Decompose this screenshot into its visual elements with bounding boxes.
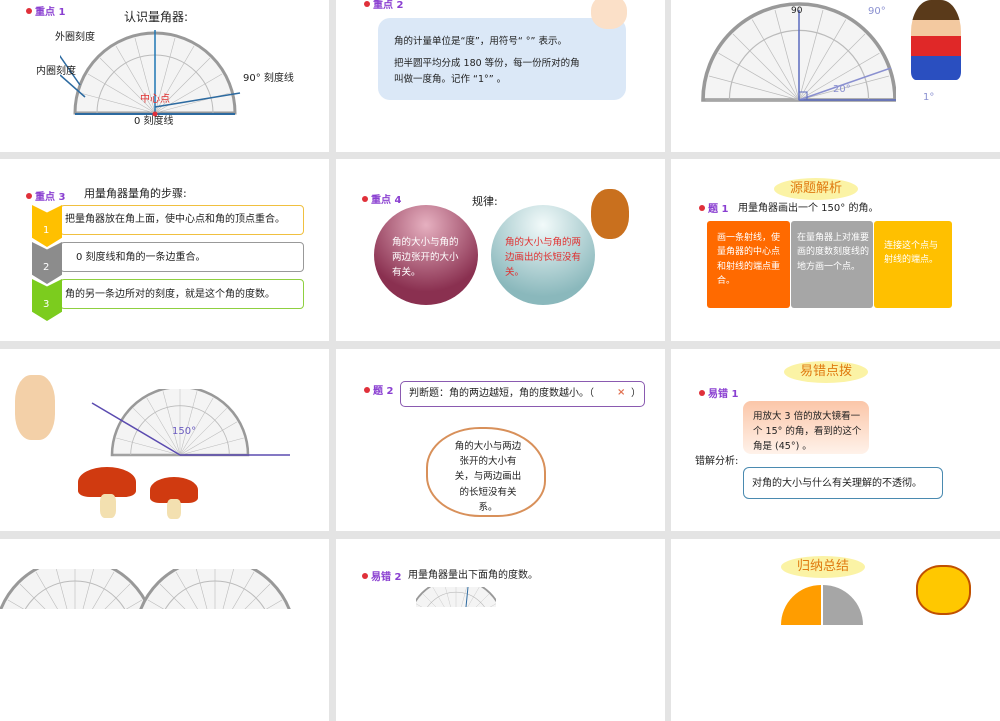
monkey-child-illustration <box>15 375 55 440</box>
ninety-line-label: 90° 刻度线 <box>243 73 294 84</box>
inner-scale-label: 内圈刻度 <box>36 66 76 77</box>
slide-thumbnail-4[interactable]: 重点 3 用量角器量角的步骤: 1 2 3 把量角器放在角上面，使中心点和角的顶… <box>0 159 329 341</box>
ninety-tick-label: 90 <box>791 6 803 16</box>
section-tag: 重点 1 <box>26 3 65 18</box>
sphere-text: 角的大小与角的两边张开的大小有关。 <box>392 237 459 279</box>
step-number: 3 <box>43 299 50 310</box>
slide-thumbnail-10[interactable] <box>0 539 329 721</box>
question-box: 用放大 3 倍的放大镜看一个 15° 的角，看到的这个角是 (45°) 。 <box>743 401 869 454</box>
sphere-text: 角的大小与角的两边画出的长短没有关。 <box>505 237 582 279</box>
pie-segment <box>781 585 821 625</box>
step-text: 0 刻度线和角的一条边重合。 <box>76 252 206 263</box>
cloud-text: 角的大小与两边张开的大小有关，与两边画出的长短没有关系。 <box>454 441 522 513</box>
monkey-illustration <box>591 189 629 239</box>
twenty-degree-label: 20° <box>833 84 851 95</box>
step-text: 角的另一条边所对的刻度，就是这个角的度数。 <box>65 289 275 300</box>
definition-box: 角的计量单位是“度”，用符号“ °” 表示。 把半圆平均分成 180 等份，每一… <box>378 18 626 100</box>
protractor-diagram <box>416 587 496 607</box>
slide-thumbnail-3[interactable]: 90 90° 20° 1° <box>671 0 1000 152</box>
section-banner: 归纳总结 <box>781 556 865 578</box>
step-text: 在量角器上对准要画的度数刻度线的地方画一个点。 <box>797 233 870 272</box>
slide-thumbnail-6[interactable]: 源题解析 题 1 用量角器画出一个 150° 的角。 画一条射线，使量角器的中心… <box>671 159 1000 341</box>
slide-thumbnail-12[interactable]: 归纳总结 <box>671 539 1000 721</box>
section-banner: 易错点拨 <box>784 361 868 383</box>
ninety-degree-label: 90° <box>868 6 886 17</box>
angle-label: 150° <box>172 426 197 437</box>
section-tag: 易错 2 <box>362 568 401 583</box>
section-tag: 题 1 <box>699 200 728 215</box>
step-text: 把量角器放在角上面，使中心点和角的顶点重合。 <box>65 214 285 225</box>
step-text: 画一条射线，使量角器的中心点和射线的端点重合。 <box>717 233 781 287</box>
analysis-label: 错解分析: <box>695 456 739 467</box>
step-box-1: 画一条射线，使量角器的中心点和射线的端点重合。 <box>707 221 790 308</box>
slide-thumbnail-5[interactable]: 重点 4 规律: 角的大小与角的两边张开的大小有关。 角的大小与角的两边画出的长… <box>336 159 665 341</box>
step-text: 连接这个点与射线的端点。 <box>884 241 939 266</box>
slide-thumbnail-11[interactable]: 易错 2 用量角器量出下面角的度数。 <box>336 539 665 721</box>
analysis-text: 对角的大小与什么有关理解的不透彻。 <box>752 478 922 489</box>
section-tag: 重点 2 <box>364 0 403 11</box>
center-point-label: 中心点 <box>140 94 170 105</box>
slide-thumbnail-2[interactable]: 重点 2 角的计量单位是“度”，用符号“ °” 表示。 把半圆平均分成 180 … <box>336 0 665 152</box>
zero-line-label: 0 刻度线 <box>134 116 174 127</box>
question-text: 用放大 3 倍的放大镜看一个 15° 的角，看到的这个角是 (45°) 。 <box>753 411 862 453</box>
step-box-2: 在量角器上对准要画的度数刻度线的地方画一个点。 <box>791 221 873 308</box>
answer-mark: × <box>617 387 626 398</box>
mushroom-stem <box>167 499 181 519</box>
boy-illustration <box>911 0 961 80</box>
protractor-diagram <box>0 569 297 609</box>
step-number: 1 <box>43 225 50 236</box>
section-banner: 源题解析 <box>774 178 858 200</box>
slide-thumbnail-8[interactable]: 题 2 判断题：角的两边越短，角的度数越小。（ × ） 角的大小与两边张开的大小… <box>336 349 665 531</box>
hamster-illustration <box>591 0 627 29</box>
sphere-left: 角的大小与角的两边张开的大小有关。 <box>374 205 478 305</box>
question-box: 判断题：角的两边越短，角的度数越小。（ × ） <box>400 381 645 407</box>
slide-thumbnail-7[interactable]: 150° <box>0 349 329 531</box>
definition-line: 叫做一度角。记作 “1°” 。 <box>394 74 507 85</box>
section-tag: 重点 4 <box>362 191 401 206</box>
outer-scale-label: 外圈刻度 <box>55 32 95 43</box>
mushroom-icon <box>78 467 136 497</box>
section-tag: 易错 1 <box>699 385 738 400</box>
slide-thumbnail-9[interactable]: 易错点拨 易错 1 用放大 3 倍的放大镜看一个 15° 的角，看到的这个角是 … <box>671 349 1000 531</box>
one-degree-label: 1° <box>923 92 935 103</box>
analysis-box: 对角的大小与什么有关理解的不透彻。 <box>743 467 943 499</box>
definition-line: 把半圆平均分成 180 等份，每一份所对的角 <box>394 58 580 69</box>
question-text: 判断题：角的两边越短，角的度数越小。（ <box>409 388 594 399</box>
pie-segment <box>823 585 863 625</box>
step-number: 2 <box>43 262 50 273</box>
question-text: 用量角器量出下面角的度数。 <box>408 570 538 581</box>
thought-cloud: 角的大小与两边张开的大小有关，与两边画出的长短没有关系。 <box>426 427 546 517</box>
section-tag: 重点 3 <box>26 188 65 203</box>
sphere-right: 角的大小与角的两边画出的长短没有关。 <box>491 205 595 305</box>
question-close: ） <box>631 388 641 399</box>
slide-title: 规律: <box>472 195 498 208</box>
slide-thumbnail-1[interactable]: 重点 1 认识量角器: 外圈刻度 内圈刻度 90° 刻度线 中心点 0 刻度线 <box>0 0 329 152</box>
mushroom-stem <box>100 494 116 518</box>
section-tag: 题 2 <box>364 382 393 397</box>
definition-line: 角的计量单位是“度”，用符号“ °” 表示。 <box>394 36 567 47</box>
step-box-3: 连接这个点与射线的端点。 <box>874 221 952 308</box>
question-text: 用量角器画出一个 150° 的角。 <box>738 203 879 214</box>
cartoon-illustration <box>916 565 971 615</box>
slide-title: 用量角器量角的步骤: <box>84 187 187 200</box>
